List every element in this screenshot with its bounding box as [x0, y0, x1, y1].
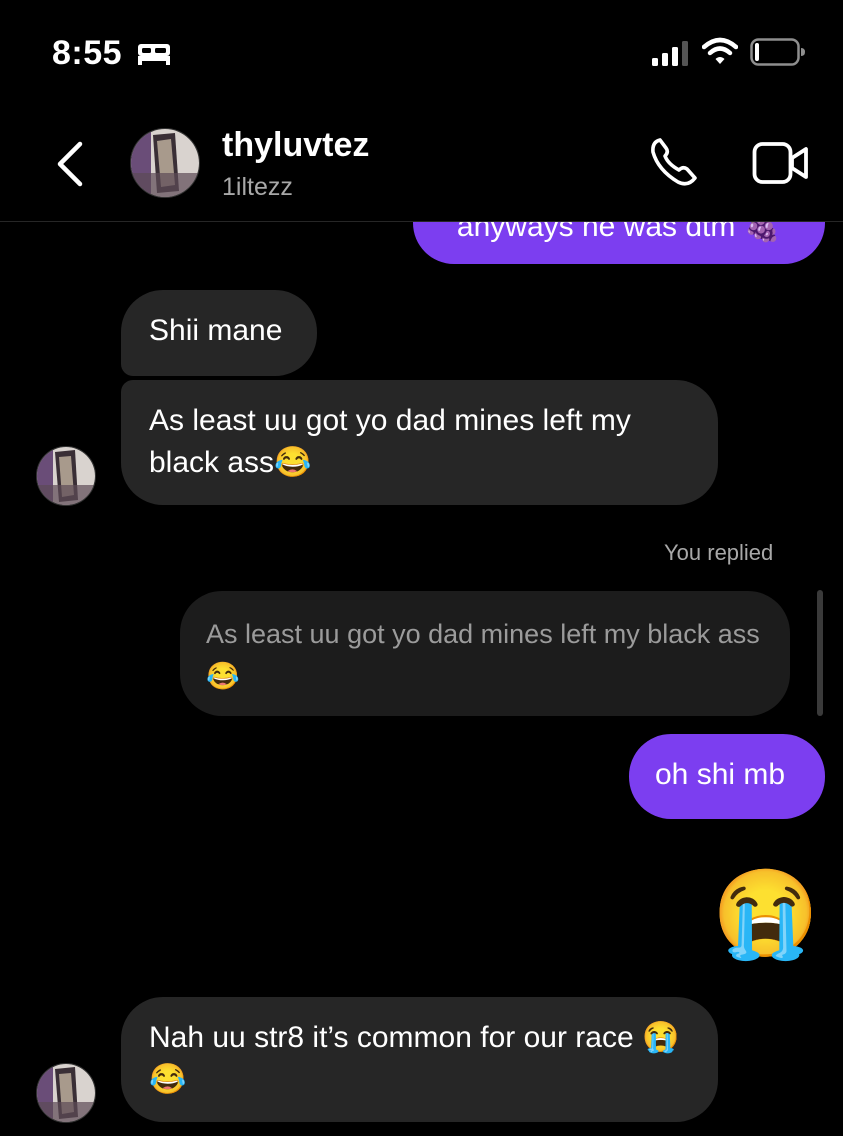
- wifi-icon: [702, 37, 738, 64]
- chat-username[interactable]: thyluvtez: [222, 126, 369, 165]
- message-received[interactable]: Shii mane: [121, 290, 317, 376]
- message-text: anyways he was dtm 🍇: [456, 222, 782, 243]
- message-received[interactable]: Nah uu str8 it’s common for our race 😭😂: [121, 997, 718, 1122]
- avatar[interactable]: [130, 128, 200, 198]
- signal-icon: [652, 41, 688, 66]
- crying-emoji-icon: 😭: [712, 866, 820, 962]
- replied-label: You replied: [664, 540, 774, 565]
- reply-quote[interactable]: As least uu got yo dad mines left my bla…: [180, 591, 790, 716]
- message-text: oh shi mb: [655, 758, 786, 791]
- avatar[interactable]: [36, 1063, 96, 1123]
- message-sent-partial[interactable]: anyways he was dtm 🍇: [413, 222, 825, 264]
- message-sent[interactable]: oh shi mb: [629, 734, 825, 819]
- message-text: As least uu got yo dad mines left my bla…: [149, 404, 631, 479]
- scroll-indicator: [817, 590, 823, 716]
- message-sent-emoji[interactable]: 😭: [712, 864, 819, 964]
- video-camera-icon[interactable]: [752, 140, 810, 186]
- message-text: Nah uu str8 it’s common for our race 😭😂: [149, 1021, 680, 1096]
- bed-icon: [138, 44, 170, 65]
- phone-icon[interactable]: [648, 136, 702, 188]
- chevron-left-icon[interactable]: [50, 138, 90, 190]
- reply-quote-text: As least uu got yo dad mines left my bla…: [206, 619, 760, 691]
- status-bar: 8:55: [0, 0, 843, 100]
- chat-thread[interactable]: anyways he was dtm 🍇 Shii mane As least …: [0, 222, 843, 1136]
- avatar[interactable]: [36, 446, 96, 506]
- battery-icon: [750, 38, 805, 66]
- message-received[interactable]: As least uu got yo dad mines left my bla…: [121, 380, 718, 505]
- chat-header: thyluvtez 1iltezz: [0, 100, 843, 222]
- chat-handle: 1iltezz: [222, 173, 293, 201]
- status-time: 8:55: [52, 34, 123, 72]
- message-text: Shii mane: [149, 314, 283, 347]
